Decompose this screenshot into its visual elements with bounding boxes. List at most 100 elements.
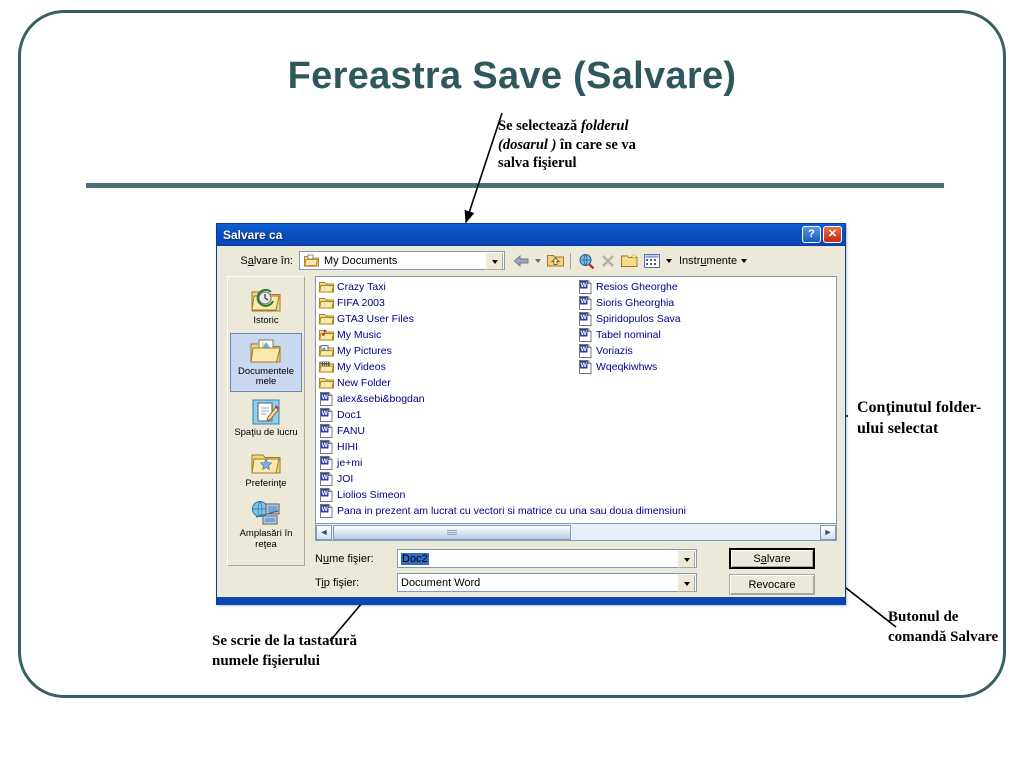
new-folder-icon[interactable] [620,251,640,271]
annotation-folder-line1i: folderul [580,118,629,134]
sidebar-item-label: Preferinţe [245,477,287,489]
annotation-save-button: Butonul de comandă Salvare [888,609,999,645]
svg-text:W: W [580,282,587,289]
svg-text:W: W [321,410,328,417]
places-bar: Istoric Documentele mele Spaţiu de lucru… [227,276,305,566]
filetype-value: Document Word [401,576,481,589]
save-button[interactable]: Sa lvare [729,548,815,569]
dialog-titlebar[interactable]: Salvare ca ? ✕ [217,224,845,246]
file-list-item[interactable]: W Wqeqkiwhws [577,359,836,375]
sidebar-item-amplasari-in-retea[interactable]: Amplasări în reţea [230,495,302,554]
search-web-icon[interactable] [576,251,596,271]
file-name: Resios Gheorghe [596,281,678,293]
file-name: HIHI [337,441,358,453]
scrollbar-track[interactable] [571,525,820,540]
history-folder-icon [231,285,301,315]
scroll-left-icon[interactable]: ◄ [316,524,332,540]
save-label-post: lvare [766,552,791,565]
file-list-item[interactable]: W Sioris Gheorghia [577,295,836,311]
lookin-value: My Documents [324,254,398,267]
file-list[interactable]: Crazy Taxi FIFA 2003 GTA3 User Files My Mus… [315,276,837,524]
file-list-item[interactable]: Crazy Taxi [318,279,577,295]
videos-folder-icon [318,360,334,374]
filename-input[interactable]: Doc2 [397,549,697,568]
back-arrow-icon[interactable] [511,251,531,271]
folder-icon [318,296,334,310]
delete-x-icon[interactable] [598,251,618,271]
sidebar-item-spatiu-de-lucru[interactable]: Spaţiu de lucru [230,394,302,443]
lookin-combobox[interactable]: My Documents [299,251,505,270]
file-list-item[interactable]: W Spiridopulos Sava [577,311,836,327]
file-list-item[interactable]: GTA3 User Files [318,311,577,327]
chevron-down-icon[interactable] [486,253,503,270]
save-label-pre: S [753,552,761,565]
file-list-item[interactable]: W FANU [318,423,577,439]
scroll-right-icon[interactable]: ► [820,524,836,540]
folder-icon [318,312,334,326]
file-name: My Videos [337,361,386,373]
chevron-down-icon[interactable] [678,551,695,568]
file-list-item[interactable]: W Resios Gheorghe [577,279,836,295]
views-icon[interactable] [642,251,662,271]
file-list-item[interactable]: Wje+mi [318,455,577,471]
annotation-type-filename: Se scrie de la tastatură numele fişierul… [212,633,357,669]
file-list-item[interactable]: My Pictures [318,343,577,359]
cancel-button[interactable]: Revocare [729,574,815,595]
folder-documents-icon [303,253,319,269]
svg-text:W: W [580,314,587,321]
file-list-item[interactable]: W Voriazis [577,343,836,359]
horizontal-scrollbar[interactable]: ◄ ► [315,524,837,541]
chevron-down-icon[interactable] [533,251,543,271]
file-list-item[interactable]: W Pana in prezent am lucrat cu vectori si… [318,503,686,519]
word-document-icon: W [577,328,593,342]
file-list-item[interactable]: My Videos [318,359,577,375]
help-icon[interactable]: ? [802,226,821,243]
svg-text:W: W [321,474,328,481]
file-name: Spiridopulos Sava [596,313,681,325]
chevron-down-icon[interactable] [678,575,695,592]
file-list-item[interactable]: My Music [318,327,577,343]
chevron-down-icon [741,258,748,263]
filename-row: Nume fişier: Doc2 [315,549,697,568]
svg-text:W: W [321,458,328,465]
lookin-label: Salvare în: [240,254,293,267]
svg-text:W: W [321,442,328,449]
filetype-select[interactable]: Document Word [397,573,697,592]
chevron-down-icon[interactable] [664,251,674,271]
sidebar-item-label: Amplasări în reţea [239,528,293,550]
sidebar-item-istoric[interactable]: Istoric [230,282,302,331]
annotation-folder-line3: salva fişierul [498,155,577,172]
file-list-item[interactable]: W JOI [318,471,577,487]
sidebar-item-preferinte[interactable]: Preferinţe [230,445,302,494]
up-one-level-icon[interactable] [545,251,565,271]
close-icon[interactable]: ✕ [823,226,842,243]
dialog-body: Salvare în: My Documents Instr u mente I… [217,246,845,605]
word-document-icon: W [577,344,593,358]
word-document-icon: W [318,488,334,502]
file-name: je+mi [337,457,363,469]
file-list-item[interactable]: New Folder [318,375,577,391]
file-list-item[interactable]: FIFA 2003 [318,295,577,311]
file-list-item[interactable]: W HIHI [318,439,577,455]
filename-value: Doc2 [401,552,429,565]
svg-text:W: W [580,346,587,353]
file-name: My Pictures [337,345,392,357]
file-list-item[interactable]: Walex&sebi&bogdan [318,391,577,407]
file-list-item[interactable]: W Tabel nominal [577,327,836,343]
file-list-item[interactable]: W Liolios Simeon [318,487,577,503]
word-document-icon: W [318,440,334,454]
tools-menu[interactable]: Instr u mente [679,255,748,267]
sidebar-item-documentele-mele[interactable]: Documentele mele [230,332,302,392]
file-name: GTA3 User Files [337,313,414,325]
file-name: JOI [337,473,354,485]
filetype-label: Tip fişier: [315,576,360,589]
filetype-row: Tip fişier: Document Word [315,573,697,592]
file-name: Sioris Gheorghia [596,297,675,309]
annotation-folder-line2b: în care se va [556,136,636,153]
scrollbar-thumb[interactable] [333,524,571,540]
toolbar-separator [570,252,571,269]
word-document-icon: W [577,360,593,374]
file-list-item[interactable]: W Doc1 [318,407,577,423]
file-name: alex&sebi&bogdan [337,393,425,405]
sidebar-item-label: Documentele mele [238,365,294,388]
